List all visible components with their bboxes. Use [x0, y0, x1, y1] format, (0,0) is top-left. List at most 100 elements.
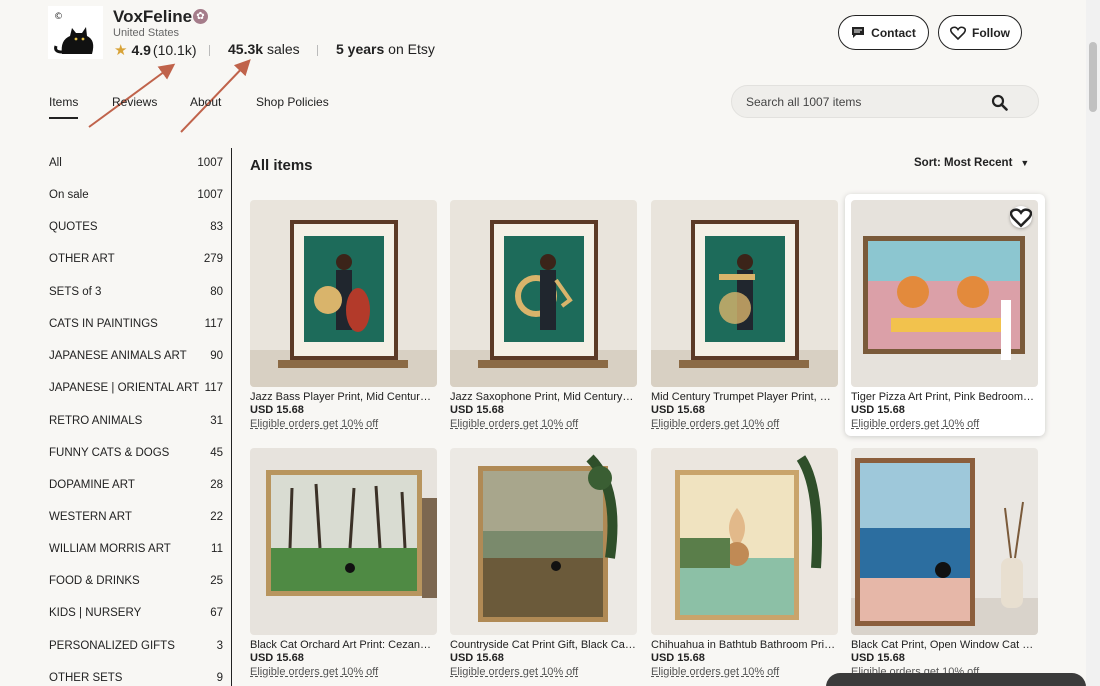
sidebar-item-label: FOOD & DRINKS — [49, 575, 140, 587]
sidebar-item-sets-of-3[interactable]: SETS of 3 80 — [49, 286, 223, 302]
sidebar-item-count: 117 — [204, 382, 223, 394]
listing-image[interactable] — [851, 200, 1038, 387]
favorite-button[interactable] — [1010, 206, 1032, 228]
listing-promo[interactable]: Eligible orders get 10% off — [250, 666, 438, 678]
sidebar-item-kids-nursery[interactable]: KIDS | NURSERY 67 — [49, 607, 223, 623]
sidebar-item-funny-cats-dogs[interactable]: FUNNY CATS & DOGS 45 — [49, 447, 223, 463]
sidebar-item-label: WESTERN ART — [49, 511, 132, 523]
listing-card[interactable]: Jazz Saxophone Print, Mid Century Modern… — [450, 200, 638, 430]
sidebar-item-label: CATS IN PAINTINGS — [49, 318, 158, 330]
sidebar-item-japanese-animals-art[interactable]: JAPANESE ANIMALS ART 90 — [49, 350, 223, 366]
sort-dropdown[interactable]: Sort: Most Recent ▼ — [914, 157, 1029, 169]
sidebar-item-other-sets[interactable]: OTHER SETS 9 — [49, 672, 223, 686]
listing-title[interactable]: Countryside Cat Print Gift, Black Cat Lo… — [450, 639, 636, 651]
listing-promo[interactable]: Eligible orders get 10% off — [450, 418, 638, 430]
listing-promo[interactable]: Eligible orders get 10% off — [651, 418, 839, 430]
tab-items[interactable]: Items — [49, 95, 79, 119]
heart-icon — [950, 25, 966, 40]
listing-card[interactable]: Black Cat Print, Open Window Cat Poster … — [851, 448, 1039, 678]
contact-button[interactable]: Contact — [838, 15, 929, 50]
listing-promo[interactable]: Eligible orders get 10% off — [450, 666, 638, 678]
sidebar-item-label: On sale — [49, 189, 89, 201]
listing-image[interactable] — [450, 448, 637, 635]
shop-rating[interactable]: ★ 4.9 (10.1k) — [114, 41, 197, 59]
scrollbar-thumb[interactable] — [1089, 42, 1097, 112]
listing-image[interactable] — [851, 448, 1038, 635]
listing-card[interactable]: Tiger Pizza Art Print, Pink Bedroom Wall… — [845, 194, 1045, 436]
listing-image[interactable] — [651, 200, 838, 387]
shop-location: United States — [113, 27, 180, 39]
listing-promo[interactable]: Eligible orders get 10% off — [250, 418, 438, 430]
sidebar-item-all[interactable]: All 1007 — [49, 157, 223, 173]
listing-promo[interactable]: Eligible orders get 10% off — [851, 418, 1039, 430]
sidebar-item-label: RETRO ANIMALS — [49, 415, 143, 427]
listing-card[interactable]: Countryside Cat Print Gift, Black Cat Lo… — [450, 448, 638, 678]
sort-label: Sort: Most Recent — [914, 157, 1013, 169]
sidebar-item-label: OTHER ART — [49, 253, 115, 265]
sidebar-item-count: 67 — [210, 607, 223, 619]
sidebar-item-count: 9 — [216, 672, 223, 684]
listing-card[interactable]: Black Cat Orchard Art Print: Cezanne Ins… — [250, 448, 438, 678]
sidebar-item-on-sale[interactable]: On sale 1007 — [49, 189, 223, 205]
sidebar-item-count: 83 — [210, 221, 223, 233]
listing-price: USD 15.68 — [250, 404, 304, 416]
listing-price: USD 15.68 — [651, 652, 705, 664]
svg-text:©: © — [54, 12, 63, 22]
sidebar-item-label: JAPANESE ANIMALS ART — [49, 350, 187, 362]
listing-image[interactable] — [450, 200, 637, 387]
sidebar-item-label: FUNNY CATS & DOGS — [49, 447, 170, 459]
review-count: (10.1k) — [152, 42, 197, 58]
sidebar-item-count: 80 — [210, 286, 223, 298]
listing-title[interactable]: Tiger Pizza Art Print, Pink Bedroom Wall… — [851, 391, 1037, 403]
sales-value: 45.3k — [228, 41, 264, 57]
sales-count: 45.3k sales — [228, 41, 300, 57]
sidebar-item-cats-in-paintings[interactable]: CATS IN PAINTINGS 117 — [49, 318, 223, 334]
listing-card[interactable]: Chihuahua in Bathtub Bathroom Print, Fun… — [651, 448, 839, 678]
scrollbar[interactable] — [1086, 0, 1100, 686]
sidebar-item-count: 25 — [210, 575, 223, 587]
star-seller-badge-icon: ✿ — [193, 9, 208, 24]
sidebar-item-quotes[interactable]: QUOTES 83 — [49, 221, 223, 237]
tab-reviews[interactable]: Reviews — [112, 95, 157, 109]
sidebar-item-label: KIDS | NURSERY — [49, 607, 142, 619]
listing-image[interactable] — [651, 448, 838, 635]
sidebar-item-william-morris-art[interactable]: WILLIAM MORRIS ART 11 — [49, 543, 223, 559]
sidebar-item-japanese-oriental-art[interactable]: JAPANESE | ORIENTAL ART 117 — [49, 382, 223, 398]
shop-search-input[interactable]: Search all 1007 items — [731, 85, 1039, 118]
listing-promo[interactable]: Eligible orders get 10% off — [651, 666, 839, 678]
sidebar-item-label: OTHER SETS — [49, 672, 123, 684]
listing-image[interactable] — [250, 448, 437, 635]
tab-shop-policies[interactable]: Shop Policies — [256, 95, 329, 109]
listing-title[interactable]: Jazz Bass Player Print, Mid Century Mode… — [250, 391, 436, 403]
years-label: on Etsy — [388, 41, 435, 57]
shop-name: VoxFeline — [113, 7, 193, 26]
listing-card[interactable]: Mid Century Trumpet Player Print, Modern… — [651, 200, 839, 430]
bottom-banner[interactable] — [826, 673, 1086, 686]
sidebar-item-count: 117 — [204, 318, 223, 330]
chevron-down-icon: ▼ — [1020, 158, 1030, 168]
listing-title[interactable]: Mid Century Trumpet Player Print, Modern… — [651, 391, 837, 403]
listing-title[interactable]: Jazz Saxophone Print, Mid Century Modern… — [450, 391, 636, 403]
sidebar-item-dopamine-art[interactable]: DOPAMINE ART 28 — [49, 479, 223, 495]
listing-title[interactable]: Chihuahua in Bathtub Bathroom Print, Fun… — [651, 639, 837, 651]
tab-about[interactable]: About — [190, 95, 221, 109]
listing-image[interactable] — [250, 200, 437, 387]
listing-title[interactable]: Black Cat Print, Open Window Cat Poster … — [851, 639, 1037, 651]
star-icon: ★ — [114, 42, 128, 59]
sidebar-item-other-art[interactable]: OTHER ART 279 — [49, 253, 223, 269]
rating-value: 4.9 — [131, 42, 151, 58]
sidebar-item-label: QUOTES — [49, 221, 98, 233]
sidebar-item-food-drinks[interactable]: FOOD & DRINKS 25 — [49, 575, 223, 591]
sidebar-item-western-art[interactable]: WESTERN ART 22 — [49, 511, 223, 527]
divider — [317, 45, 318, 56]
sidebar-item-personalized-gifts[interactable]: PERSONALIZED GIFTS 3 — [49, 640, 223, 656]
sidebar-item-count: 11 — [211, 543, 223, 555]
sidebar-item-retro-animals[interactable]: RETRO ANIMALS 31 — [49, 415, 223, 431]
search-icon[interactable] — [991, 94, 1008, 111]
sidebar-item-count: 45 — [210, 447, 223, 459]
sidebar-divider — [231, 148, 232, 686]
listing-title[interactable]: Black Cat Orchard Art Print: Cezanne Ins… — [250, 639, 436, 651]
listing-card[interactable]: Jazz Bass Player Print, Mid Century Mode… — [250, 200, 438, 430]
shop-logo[interactable]: © — [48, 6, 103, 59]
follow-button[interactable]: Follow — [938, 15, 1022, 50]
